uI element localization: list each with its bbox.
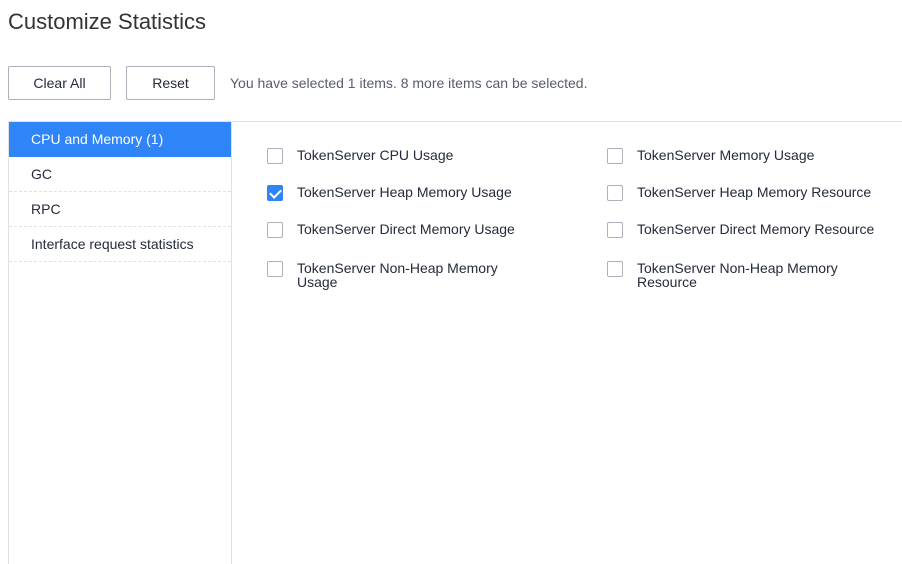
option-label: TokenServer Heap Memory Usage	[297, 184, 512, 200]
option-label: TokenServer CPU Usage	[297, 147, 454, 163]
checkbox[interactable]	[267, 148, 283, 164]
checkbox[interactable]	[607, 261, 623, 277]
option-label: TokenServer Non-Heap Memory Usage	[297, 260, 498, 290]
toolbar: Clear All Reset You have selected 1 item…	[8, 66, 587, 100]
option-label: TokenServer Heap Memory Resource	[637, 184, 872, 200]
sidebar-item-cpu-memory[interactable]: CPU and Memory (1)	[9, 122, 231, 157]
selection-hint: You have selected 1 items. 8 more items …	[230, 75, 588, 91]
clear-all-button[interactable]: Clear All	[8, 66, 111, 100]
checkbox[interactable]	[267, 261, 283, 277]
option-label: TokenServer Direct Memory Resource	[637, 221, 875, 237]
option-heap-memory-usage[interactable]: TokenServer Heap Memory Usage	[267, 181, 567, 201]
checkbox[interactable]	[607, 148, 623, 164]
reset-button[interactable]: Reset	[126, 66, 215, 100]
checkbox-checked[interactable]	[267, 185, 283, 201]
statistics-panel: CPU and Memory (1) GC RPC Interface requ…	[8, 121, 902, 564]
option-cpu-usage[interactable]: TokenServer CPU Usage	[267, 144, 567, 164]
option-memory-usage[interactable]: TokenServer Memory Usage	[607, 144, 902, 164]
option-non-heap-memory-resource[interactable]: TokenServer Non-Heap Memory Resource	[607, 257, 857, 289]
sidebar-item-gc[interactable]: GC	[9, 157, 231, 192]
checkbox[interactable]	[267, 222, 283, 238]
option-non-heap-memory-usage[interactable]: TokenServer Non-Heap Memory Usage	[267, 257, 517, 289]
sidebar-item-rpc[interactable]: RPC	[9, 192, 231, 227]
category-sidebar: CPU and Memory (1) GC RPC Interface requ…	[8, 122, 232, 564]
option-label: TokenServer Direct Memory Usage	[297, 221, 515, 237]
option-label: TokenServer Memory Usage	[637, 147, 815, 163]
page-title: Customize Statistics	[8, 9, 207, 34]
checkbox[interactable]	[607, 185, 623, 201]
option-label: TokenServer Non-Heap Memory Resource	[637, 260, 838, 290]
sidebar-item-interface-request[interactable]: Interface request statistics	[9, 227, 231, 262]
option-heap-memory-resource[interactable]: TokenServer Heap Memory Resource	[607, 181, 902, 201]
checkbox[interactable]	[607, 222, 623, 238]
option-direct-memory-resource[interactable]: TokenServer Direct Memory Resource	[607, 218, 902, 238]
option-direct-memory-usage[interactable]: TokenServer Direct Memory Usage	[267, 218, 567, 238]
